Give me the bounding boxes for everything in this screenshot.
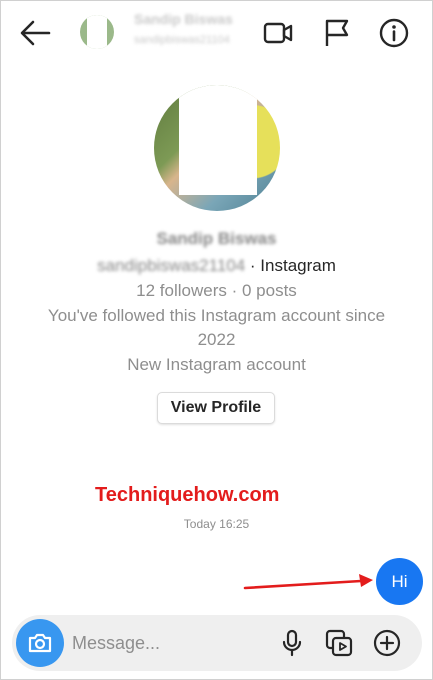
followed-since-year: 2022 <box>197 330 236 349</box>
annotation-arrow-icon <box>243 574 373 590</box>
microphone-icon[interactable] <box>278 629 306 657</box>
profile-subline: sandipbiswas21104 · Instagram <box>1 256 432 276</box>
add-icon[interactable] <box>373 629 401 657</box>
header-username[interactable]: Sandip Biswas <box>134 11 233 27</box>
message-composer <box>12 615 422 671</box>
gallery-icon[interactable] <box>325 629 353 657</box>
message-input[interactable] <box>72 629 267 657</box>
profile-name: Sandip Biswas <box>156 229 277 248</box>
avatar[interactable] <box>80 15 114 49</box>
back-arrow-icon[interactable] <box>19 19 51 47</box>
message-timestamp: Today 16:25 <box>183 517 250 531</box>
flag-icon[interactable] <box>322 18 352 48</box>
profile-platform: · Instagram <box>245 256 336 275</box>
camera-icon <box>28 633 52 653</box>
profile-picture[interactable] <box>154 85 280 211</box>
info-icon[interactable] <box>379 18 409 48</box>
watermark: Techniquehow.com <box>95 484 280 506</box>
followed-since-line: You've followed this Instagram account s… <box>47 306 386 325</box>
video-call-icon[interactable] <box>263 18 293 48</box>
account-note: New Instagram account <box>127 355 306 374</box>
header-handle: sandipbiswas21104 <box>134 34 230 46</box>
view-profile-button[interactable]: View Profile <box>157 392 275 424</box>
followers-line: 12 followers · 0 posts <box>136 281 297 300</box>
message-bubble[interactable]: Hi <box>376 558 423 605</box>
chat-header: Sandip Biswas sandipbiswas21104 <box>1 1 432 63</box>
camera-button[interactable] <box>16 619 64 667</box>
profile-handle: sandipbiswas21104 <box>97 256 246 275</box>
